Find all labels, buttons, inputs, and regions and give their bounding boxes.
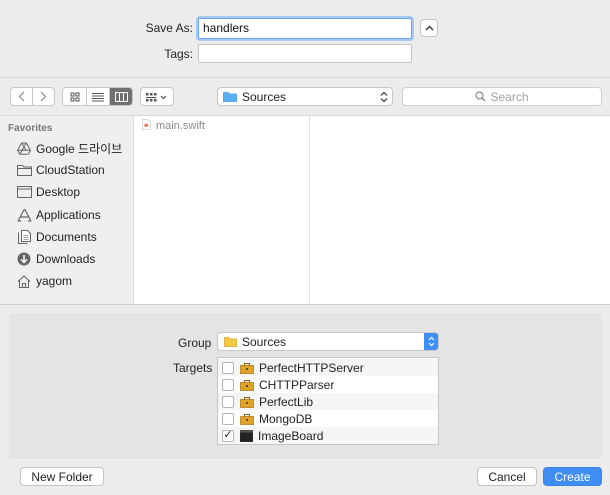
folder-icon (224, 337, 237, 347)
file-name: main.swift (156, 120, 205, 132)
toolbar-divider (0, 77, 610, 78)
applications-icon (16, 207, 32, 223)
target-checkbox[interactable] (222, 361, 234, 374)
sidebar-item-downloads[interactable]: Downloads (16, 250, 95, 268)
search-icon (475, 91, 486, 102)
icon-view-icon (70, 92, 79, 101)
sidebar-item-documents[interactable]: Documents (16, 228, 97, 246)
chevron-up-icon (425, 25, 433, 31)
arrange-button-body (141, 88, 173, 105)
list-view-icon (92, 92, 104, 101)
sidebar-section-title: Favorites (8, 123, 53, 134)
sidebar-item-desktop[interactable]: Desktop (16, 183, 80, 201)
column-view-button[interactable] (109, 88, 132, 105)
group-value: Sources (242, 334, 287, 349)
sidebar-item-label: Applications (36, 208, 101, 222)
browser-column-1: main.swift (133, 115, 310, 304)
chevron-left-icon (18, 91, 25, 102)
chevron-right-icon (40, 91, 47, 102)
sidebar-item-label: Downloads (36, 252, 96, 266)
view-mode-control (62, 87, 133, 106)
sidebar: Favorites Google 드라이브 CloudStation Deskt… (0, 115, 133, 304)
sidebar-item-label: Documents (36, 230, 97, 244)
toolbox-icon (240, 379, 254, 391)
sidebar-item-cloudstation[interactable]: CloudStation (16, 161, 105, 179)
target-name: PerfectHTTPServer (259, 360, 364, 375)
column-view-icon (114, 91, 128, 102)
target-name: ImageBoard (258, 428, 324, 443)
target-checkbox[interactable] (222, 378, 234, 391)
icon-view-button[interactable] (63, 88, 86, 105)
desktop-icon (16, 184, 32, 200)
arrange-menu-button[interactable] (140, 87, 174, 106)
target-checkbox[interactable] (222, 395, 234, 408)
target-checkbox[interactable] (222, 412, 234, 425)
sidebar-item-home[interactable]: yagom (16, 272, 72, 290)
browser-column-2 (309, 115, 610, 304)
folder-icon (223, 92, 237, 102)
target-row-perfectlib: PerfectLib (218, 393, 438, 410)
back-button[interactable] (11, 88, 32, 105)
sidebar-item-label: Google 드라이브 (36, 141, 123, 156)
toolbox-icon (240, 362, 254, 374)
create-button[interactable]: Create (543, 467, 602, 486)
sidebar-item-label: yagom (36, 274, 73, 288)
terminal-icon (240, 429, 253, 442)
file-item-main-swift[interactable]: main.swift (142, 119, 205, 133)
updown-chevron-icon (428, 336, 434, 347)
tags-input[interactable] (198, 44, 412, 63)
sidebar-item-applications[interactable]: Applications (16, 206, 101, 224)
toolbox-icon (240, 396, 254, 408)
save-as-label: Save As: (145, 21, 193, 35)
new-folder-button[interactable]: New Folder (20, 467, 104, 486)
target-name: PerfectLib (259, 394, 314, 409)
folder-icon (16, 162, 32, 178)
filename-input[interactable]: handlers (198, 18, 412, 39)
popup-stepper (424, 333, 438, 350)
sidebar-item-google-drive[interactable]: Google 드라이브 (16, 139, 122, 157)
target-row-perfecthttpserver: PerfectHTTPServer (218, 359, 438, 376)
documents-icon (16, 229, 32, 245)
forward-button[interactable] (32, 88, 54, 105)
location-label: Sources (242, 89, 287, 104)
list-view-button[interactable] (86, 88, 109, 105)
cancel-button[interactable]: Cancel (477, 467, 537, 486)
downloads-icon (16, 251, 32, 267)
toolbox-icon (240, 413, 254, 425)
target-row-mongodb: MongoDB (218, 410, 438, 427)
targets-label: Targets (173, 361, 213, 375)
target-checkbox-checked[interactable]: ✓ (222, 429, 234, 442)
group-label: Group (178, 336, 212, 350)
group-popup[interactable]: Sources (217, 332, 439, 351)
sidebar-item-label: Desktop (36, 185, 81, 199)
target-name: CHTTPParser (259, 377, 335, 392)
options-divider (0, 304, 610, 305)
swift-file-icon (142, 119, 151, 133)
updown-chevron-icon (380, 91, 388, 102)
target-row-imageboard: ✓ ImageBoard (218, 427, 438, 444)
tags-label: Tags: (164, 47, 193, 61)
target-name: MongoDB (259, 411, 313, 426)
targets-list: PerfectHTTPServer CHTTPParser PerfectLib… (217, 357, 439, 445)
search-input[interactable]: Search (402, 87, 602, 106)
home-icon (16, 273, 32, 289)
search-placeholder: Search (490, 89, 529, 104)
google-drive-icon (16, 140, 32, 156)
back-forward-control (10, 87, 55, 106)
target-row-chttpparser: CHTTPParser (218, 376, 438, 393)
collapse-button[interactable] (420, 19, 438, 37)
arrange-icon (146, 92, 167, 101)
sidebar-item-label: CloudStation (36, 163, 105, 177)
location-popup[interactable]: Sources (217, 87, 393, 106)
